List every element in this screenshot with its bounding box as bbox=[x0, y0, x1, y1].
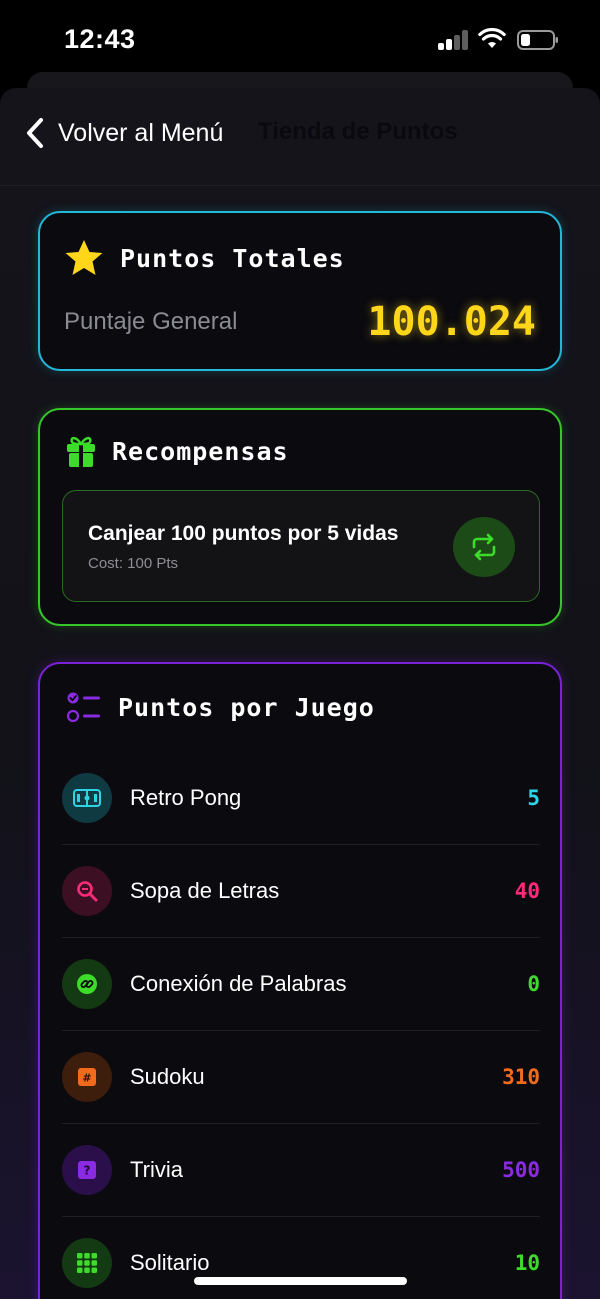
game-list: Retro Pong 5 Sopa de Letras 40 Conexión … bbox=[62, 752, 540, 1299]
total-points-card: Puntos Totales Puntaje General 100.024 bbox=[38, 211, 562, 371]
question-icon: ? bbox=[62, 1145, 112, 1195]
total-points-value: 100.024 bbox=[367, 299, 536, 345]
points-per-game-card: Puntos por Juego Retro Pong 5 Sopa de Le… bbox=[38, 662, 562, 1299]
game-row-sudoku[interactable]: # Sudoku 310 bbox=[62, 1031, 540, 1124]
back-button-label: Volver al Menú bbox=[58, 118, 224, 147]
game-name: Sudoku bbox=[130, 1064, 205, 1089]
navigation-bar: Volver al Menú Tienda de Puntos bbox=[0, 88, 600, 186]
svg-text:?: ? bbox=[84, 1164, 91, 1178]
back-button[interactable]: Volver al Menú bbox=[24, 114, 223, 152]
gift-icon bbox=[67, 436, 95, 467]
status-bar: 12:43 bbox=[0, 0, 600, 80]
reward-cost: Cost: 100 Pts bbox=[88, 555, 179, 572]
rewards-card: Recompensas Canjear 100 puntos por 5 vid… bbox=[38, 408, 562, 626]
game-row-sopa-de-letras[interactable]: Sopa de Letras 40 bbox=[62, 845, 540, 938]
game-row-solitario[interactable]: Solitario 10 bbox=[62, 1217, 540, 1299]
total-points-label: Puntaje General bbox=[64, 308, 238, 335]
rewards-header: Recompensas bbox=[66, 434, 289, 468]
battery-icon bbox=[517, 30, 558, 50]
magnifier-icon bbox=[62, 866, 112, 916]
game-name: Retro Pong bbox=[130, 785, 242, 810]
chevron-left-icon bbox=[27, 118, 43, 148]
game-points: 40 bbox=[514, 879, 540, 903]
total-points-header: Puntos Totales bbox=[64, 239, 345, 277]
game-row-trivia[interactable]: ? Trivia 500 bbox=[62, 1124, 540, 1217]
game-row-conexion-de-palabras[interactable]: Conexión de Palabras 0 bbox=[62, 938, 540, 1031]
total-points-title: Puntos Totales bbox=[120, 243, 345, 273]
game-name: Trivia bbox=[130, 1157, 183, 1182]
game-name: Solitario bbox=[130, 1250, 210, 1275]
svg-text:#: # bbox=[82, 1072, 91, 1085]
game-points: 5 bbox=[527, 786, 540, 810]
checklist-icon bbox=[66, 692, 100, 723]
game-points: 0 bbox=[527, 972, 540, 996]
rewards-title: Recompensas bbox=[112, 436, 289, 466]
game-name: Conexión de Palabras bbox=[130, 971, 347, 996]
pong-icon bbox=[62, 773, 112, 823]
home-indicator bbox=[194, 1277, 407, 1285]
reward-item: Canjear 100 puntos por 5 vidas Cost: 100… bbox=[62, 490, 540, 602]
link-icon bbox=[62, 959, 112, 1009]
game-points: 310 bbox=[502, 1065, 540, 1089]
redeem-button[interactable] bbox=[453, 517, 515, 577]
grid-icon bbox=[62, 1238, 112, 1288]
star-icon bbox=[65, 240, 103, 275]
page-title: Tienda de Puntos bbox=[258, 118, 458, 145]
exchange-icon bbox=[472, 533, 496, 561]
hash-icon: # bbox=[62, 1052, 112, 1102]
wifi-icon bbox=[478, 28, 506, 48]
points-per-game-title: Puntos por Juego bbox=[118, 692, 375, 722]
game-points: 10 bbox=[514, 1251, 540, 1275]
status-time: 12:43 bbox=[64, 24, 136, 54]
points-per-game-header: Puntos por Juego bbox=[66, 690, 375, 724]
game-name: Sopa de Letras bbox=[130, 878, 280, 903]
game-points: 500 bbox=[502, 1158, 540, 1182]
cellular-signal-icon bbox=[438, 30, 470, 50]
game-row-retro-pong[interactable]: Retro Pong 5 bbox=[62, 752, 540, 845]
reward-title: Canjear 100 puntos por 5 vidas bbox=[88, 522, 399, 545]
